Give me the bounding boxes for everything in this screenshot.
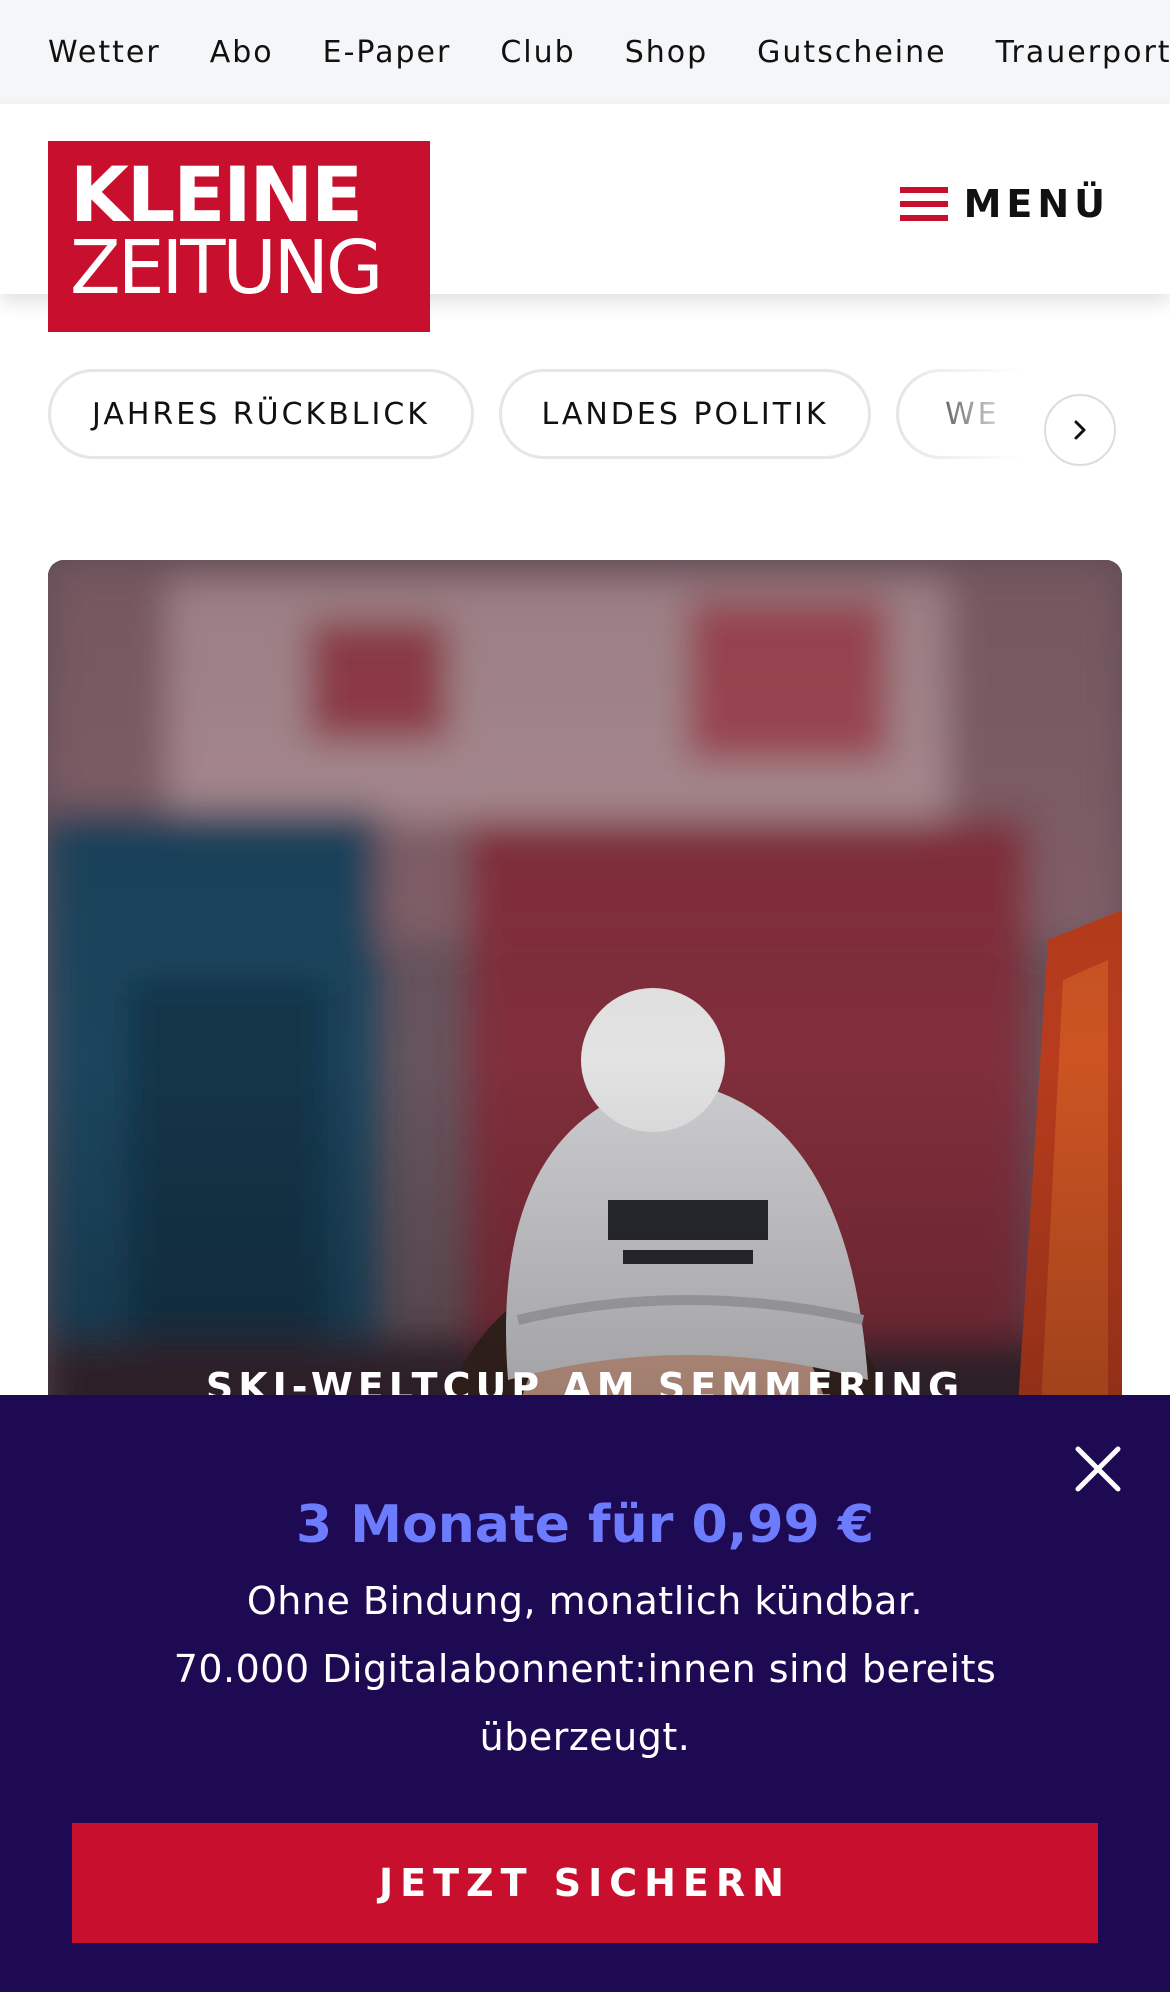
utility-nav: Wetter Abo E-Paper Club Shop Gutscheine … <box>0 0 1170 104</box>
promo-text-line-2: 70.000 Digitalabonnent:innen sind bereit… <box>173 1647 997 1759</box>
chevron-right-icon <box>1074 420 1086 440</box>
jetzt-sichern-button[interactable]: JETZT SICHERN <box>72 1823 1098 1943</box>
utility-link-club[interactable]: Club <box>500 35 575 70</box>
subscription-promo-overlay: 3 Monate für 0,99 € Ohne Bindung, monatl… <box>0 1395 1170 1992</box>
topic-pill-jahresrueckblick[interactable]: JAHRES RÜCKBLICK <box>48 369 474 459</box>
utility-link-epaper[interactable]: E-Paper <box>323 35 452 70</box>
hamburger-icon <box>900 187 948 221</box>
close-icon <box>1075 1446 1121 1492</box>
site-header: KLEINE ZEITUNG MENÜ <box>0 104 1170 332</box>
promo-headline: 3 Monate für 0,99 € <box>295 1495 875 1555</box>
utility-link-abo[interactable]: Abo <box>210 35 274 70</box>
topic-scroll-next-button[interactable] <box>1044 394 1116 466</box>
promo-close-button[interactable] <box>1072 1443 1124 1495</box>
menu-label: MENÜ <box>963 182 1110 226</box>
logo-line-zeitung: ZEITUNG <box>70 225 383 311</box>
topic-bar-fade <box>900 354 1170 484</box>
utility-link-shop[interactable]: Shop <box>625 35 708 70</box>
kleine-zeitung-logo[interactable]: KLEINE ZEITUNG <box>48 141 430 332</box>
promo-text-line-1: Ohne Bindung, monatlich kündbar. <box>246 1579 924 1623</box>
utility-link-wetter[interactable]: Wetter <box>48 35 161 70</box>
menu-button[interactable]: MENÜ <box>900 174 1110 234</box>
topic-pill-landespolitik[interactable]: LANDES POLITIK <box>499 369 871 459</box>
utility-link-gutscheine[interactable]: Gutscheine <box>757 35 946 70</box>
utility-link-trauerportal[interactable]: Trauerportal <box>996 35 1170 70</box>
page: Wetter Abo E-Paper Club Shop Gutscheine … <box>0 0 1170 1992</box>
logo-line-kleine: KLEINE <box>70 150 363 239</box>
